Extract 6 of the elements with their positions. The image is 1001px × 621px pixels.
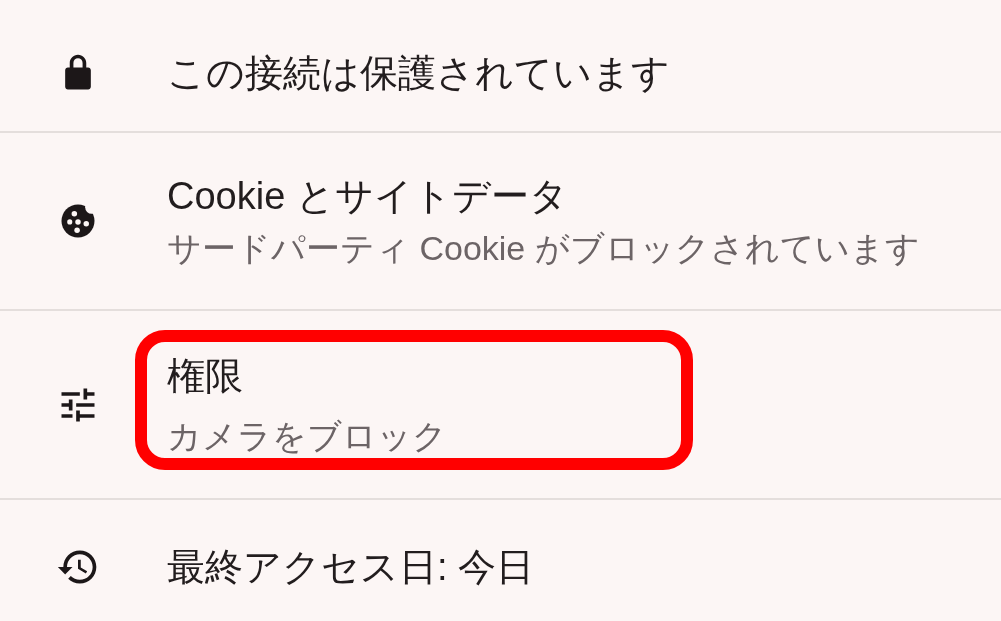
- item-title: 最終アクセス日: 今日: [167, 544, 535, 590]
- item-title: この接続は保護されています: [167, 50, 670, 96]
- item-subtitle: カメラをブロック: [167, 415, 447, 457]
- item-title: Cookie とサイトデータ: [167, 174, 569, 219]
- item-title: 権限: [167, 353, 244, 399]
- item-subtitle: サードパーティ Cookie がブロックされています: [167, 228, 920, 269]
